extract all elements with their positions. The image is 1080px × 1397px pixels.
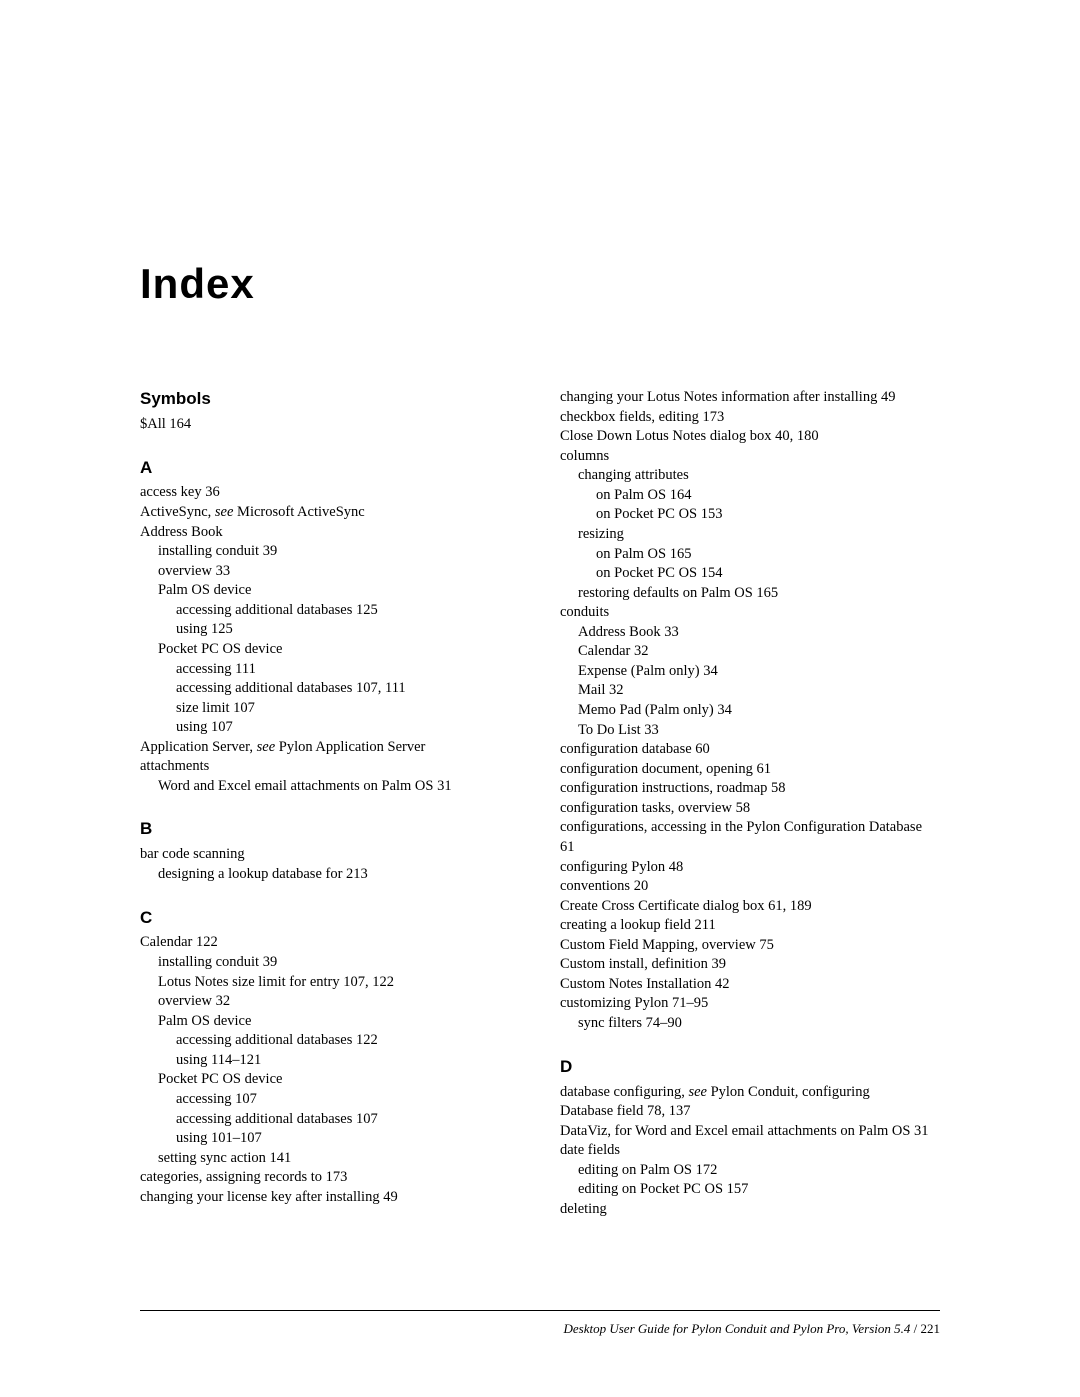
index-entry: accessing 107	[140, 1090, 520, 1110]
index-entry: overview 32	[140, 992, 520, 1012]
index-entry: Pocket PC OS device	[140, 640, 520, 660]
index-entry: Create Cross Certificate dialog box 61, …	[560, 897, 940, 917]
index-entry: accessing 111	[140, 660, 520, 680]
index-entry: Custom Notes Installation 42	[560, 975, 940, 995]
section-head: D	[560, 1056, 940, 1079]
index-entry: using 101–107	[140, 1129, 520, 1149]
index-entry: accessing additional databases 122	[140, 1031, 520, 1051]
index-entry: accessing additional databases 107, 111	[140, 679, 520, 699]
index-entry: editing on Palm OS 172	[560, 1161, 940, 1181]
index-entry: accessing additional databases 107	[140, 1110, 520, 1130]
index-entry: conventions 20	[560, 877, 940, 897]
index-entry: Memo Pad (Palm only) 34	[560, 701, 940, 721]
index-entry: Database field 78, 137	[560, 1102, 940, 1122]
index-entry: Address Book	[140, 523, 520, 543]
page-footer: Desktop User Guide for Pylon Conduit and…	[140, 1310, 940, 1337]
section-head: B	[140, 818, 520, 841]
index-entry: changing your license key after installi…	[140, 1188, 520, 1208]
index-entry: configuration document, opening 61	[560, 760, 940, 780]
index-entry: changing your Lotus Notes information af…	[560, 388, 940, 408]
index-entry: Lotus Notes size limit for entry 107, 12…	[140, 973, 520, 993]
index-entry: access key 36	[140, 483, 520, 503]
index-entry: overview 33	[140, 562, 520, 582]
index-entry: resizing	[560, 525, 940, 545]
index-entry: $All 164	[140, 415, 520, 435]
index-entry: on Palm OS 164	[560, 486, 940, 506]
index-entry: Application Server, see Pylon Applicatio…	[140, 738, 520, 758]
index-columns: Symbols $All 164 Aaccess key 36ActiveSync,…	[140, 388, 940, 1219]
index-entry: Palm OS device	[140, 1012, 520, 1032]
index-entry: ActiveSync, see Microsoft ActiveSync	[140, 503, 520, 523]
footer-sep: /	[910, 1321, 920, 1336]
index-entry: Pocket PC OS device	[140, 1070, 520, 1090]
index-entry: Custom install, definition 39	[560, 955, 940, 975]
index-entry: Palm OS device	[140, 581, 520, 601]
index-entry: columns	[560, 447, 940, 467]
index-entry: setting sync action 141	[140, 1149, 520, 1169]
index-entry: customizing Pylon 71–95	[560, 994, 940, 1014]
index-entry: restoring defaults on Palm OS 165	[560, 584, 940, 604]
index-entry: editing on Pocket PC OS 157	[560, 1180, 940, 1200]
index-entry: using 125	[140, 620, 520, 640]
index-entry: configurations, accessing in the Pylon C…	[560, 818, 940, 857]
index-entry: creating a lookup field 211	[560, 916, 940, 936]
section-head: C	[140, 907, 520, 930]
index-entry: accessing additional databases 125	[140, 601, 520, 621]
index-entry: on Pocket PC OS 154	[560, 564, 940, 584]
index-entry: configuration tasks, overview 58	[560, 799, 940, 819]
index-entry: on Pocket PC OS 153	[560, 505, 940, 525]
index-entry: sync filters 74–90	[560, 1014, 940, 1034]
index-entry: bar code scanning	[140, 845, 520, 865]
index-entry: designing a lookup database for 213	[140, 865, 520, 885]
page-title: Index	[140, 260, 940, 308]
index-entry: checkbox fields, editing 173	[560, 408, 940, 428]
index-entry: Calendar 32	[560, 642, 940, 662]
index-entry: conduits	[560, 603, 940, 623]
index-entry: using 107	[140, 718, 520, 738]
footer-rule	[140, 1310, 940, 1311]
index-entry: configuring Pylon 48	[560, 858, 940, 878]
section-head: A	[140, 457, 520, 480]
index-entry: Mail 32	[560, 681, 940, 701]
index-entry: Close Down Lotus Notes dialog box 40, 18…	[560, 427, 940, 447]
footer-doc-title: Desktop User Guide for Pylon Conduit and…	[564, 1321, 911, 1336]
index-entry: using 114–121	[140, 1051, 520, 1071]
index-entry: DataViz, for Word and Excel email attach…	[560, 1122, 940, 1142]
index-entry: Calendar 122	[140, 933, 520, 953]
index-page: Index Symbols $All 164 Aaccess key 36Activ…	[0, 0, 1080, 1289]
index-entry: deleting	[560, 1200, 940, 1220]
footer-text: Desktop User Guide for Pylon Conduit and…	[140, 1321, 940, 1337]
index-entry: configuration instructions, roadmap 58	[560, 779, 940, 799]
index-entry: changing attributes	[560, 466, 940, 486]
index-entry: size limit 107	[140, 699, 520, 719]
index-entry: categories, assigning records to 173	[140, 1168, 520, 1188]
footer-page-number: 221	[921, 1321, 941, 1336]
index-entry: installing conduit 39	[140, 953, 520, 973]
index-entry: Expense (Palm only) 34	[560, 662, 940, 682]
section-head: Symbols	[140, 388, 520, 411]
index-entry: installing conduit 39	[140, 542, 520, 562]
index-entry: To Do List 33	[560, 721, 940, 741]
index-entry: Custom Field Mapping, overview 75	[560, 936, 940, 956]
index-entry: date fields	[560, 1141, 940, 1161]
index-entry: database configuring, see Pylon Conduit,…	[560, 1083, 940, 1103]
index-entry: configuration database 60	[560, 740, 940, 760]
index-entry: attachments	[140, 757, 520, 777]
index-entry: on Palm OS 165	[560, 545, 940, 565]
index-entry: Address Book 33	[560, 623, 940, 643]
index-entry: Word and Excel email attachments on Palm…	[140, 777, 520, 797]
